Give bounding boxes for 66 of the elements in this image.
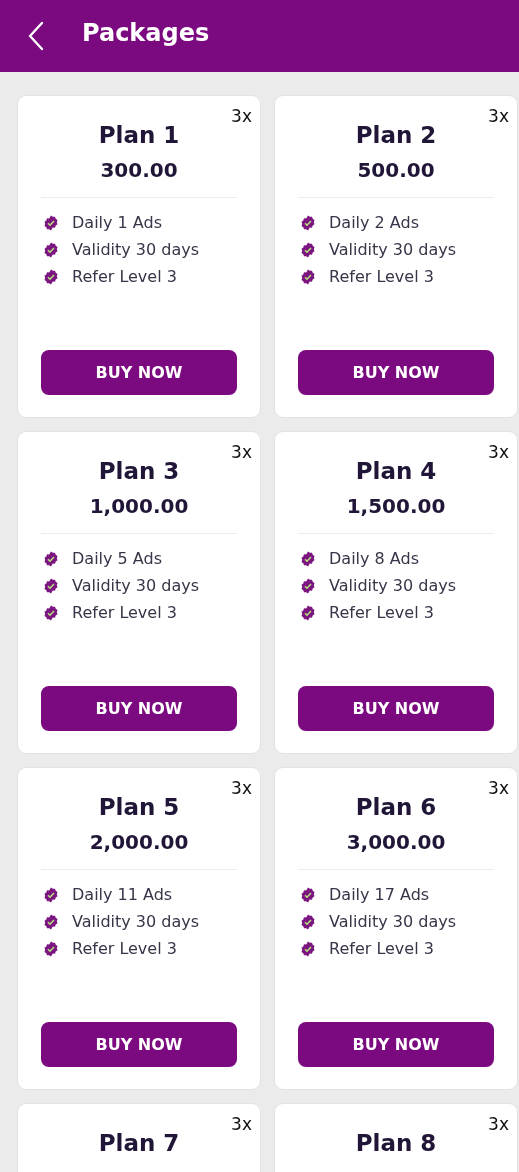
buy-now-button[interactable]: BUY NOW: [298, 686, 494, 731]
feature-text: Validity 30 days: [72, 240, 200, 259]
plan-price: 1,000.00: [89, 494, 189, 518]
plan-name: Plan 4: [355, 458, 437, 484]
multiplier-label: 3x: [231, 442, 252, 462]
feature-text: Daily 17 Ads: [329, 885, 430, 904]
verified-check-icon: [300, 913, 316, 930]
buy-now-button[interactable]: BUY NOW: [41, 350, 237, 395]
verified-check-icon: [300, 886, 316, 903]
plan-name: Plan 7: [98, 1130, 180, 1156]
verified-check-icon: [300, 604, 316, 621]
buy-now-button[interactable]: BUY NOW: [41, 1022, 237, 1067]
verified-check-icon: [300, 577, 316, 594]
plan-price: 1,500.00: [346, 494, 446, 518]
multiplier-label: 3x: [488, 1114, 509, 1134]
feature-text: Daily 2 Ads: [329, 213, 419, 232]
verified-check-icon: [300, 550, 316, 567]
feature-text: Daily 5 Ads: [72, 549, 162, 568]
feature-text: Refer Level 3: [72, 267, 177, 286]
feature-text: Refer Level 3: [329, 939, 434, 958]
verified-check-icon: [43, 241, 59, 258]
multiplier-label: 3x: [488, 778, 509, 798]
plan-name: Plan 5: [98, 794, 180, 820]
back-button[interactable]: [27, 21, 45, 51]
feature-text: Validity 30 days: [329, 576, 457, 595]
verified-check-icon: [300, 241, 316, 258]
verified-check-icon: [43, 886, 59, 903]
verified-check-icon: [300, 214, 316, 231]
multiplier-label: 3x: [488, 442, 509, 462]
verified-check-icon: [43, 550, 59, 567]
feature-text: Refer Level 3: [329, 603, 434, 622]
verified-check-icon: [300, 268, 316, 285]
feature-text: Daily 11 Ads: [72, 885, 173, 904]
plan-price: 2,000.00: [89, 830, 189, 854]
feature-text: Validity 30 days: [329, 240, 457, 259]
buy-now-button[interactable]: BUY NOW: [298, 1022, 494, 1067]
buy-now-button[interactable]: BUY NOW: [298, 350, 494, 395]
verified-check-icon: [43, 268, 59, 285]
feature-text: Validity 30 days: [72, 912, 200, 931]
multiplier-label: 3x: [231, 778, 252, 798]
feature-text: Refer Level 3: [72, 603, 177, 622]
multiplier-label: 3x: [231, 1114, 252, 1134]
page-title: Packages: [82, 19, 210, 47]
plan-name: Plan 8: [355, 1130, 437, 1156]
multiplier-label: 3x: [488, 106, 509, 126]
verified-check-icon: [300, 940, 316, 957]
plan-name: Plan 2: [355, 122, 437, 148]
plan-price: 300.00: [100, 158, 178, 182]
verified-check-icon: [43, 577, 59, 594]
feature-text: Validity 30 days: [329, 912, 457, 931]
feature-text: Refer Level 3: [72, 939, 177, 958]
feature-text: Daily 1 Ads: [72, 213, 162, 232]
verified-check-icon: [43, 604, 59, 621]
feature-text: Daily 8 Ads: [329, 549, 419, 568]
verified-check-icon: [43, 940, 59, 957]
plan-name: Plan 6: [355, 794, 437, 820]
plan-name: Plan 3: [98, 458, 180, 484]
plan-name: Plan 1: [98, 122, 180, 148]
plan-price: 3,000.00: [346, 830, 446, 854]
plan-price: 500.00: [357, 158, 435, 182]
feature-text: Refer Level 3: [329, 267, 434, 286]
feature-text: Validity 30 days: [72, 576, 200, 595]
verified-check-icon: [43, 913, 59, 930]
verified-check-icon: [43, 214, 59, 231]
multiplier-label: 3x: [231, 106, 252, 126]
buy-now-button[interactable]: BUY NOW: [41, 686, 237, 731]
